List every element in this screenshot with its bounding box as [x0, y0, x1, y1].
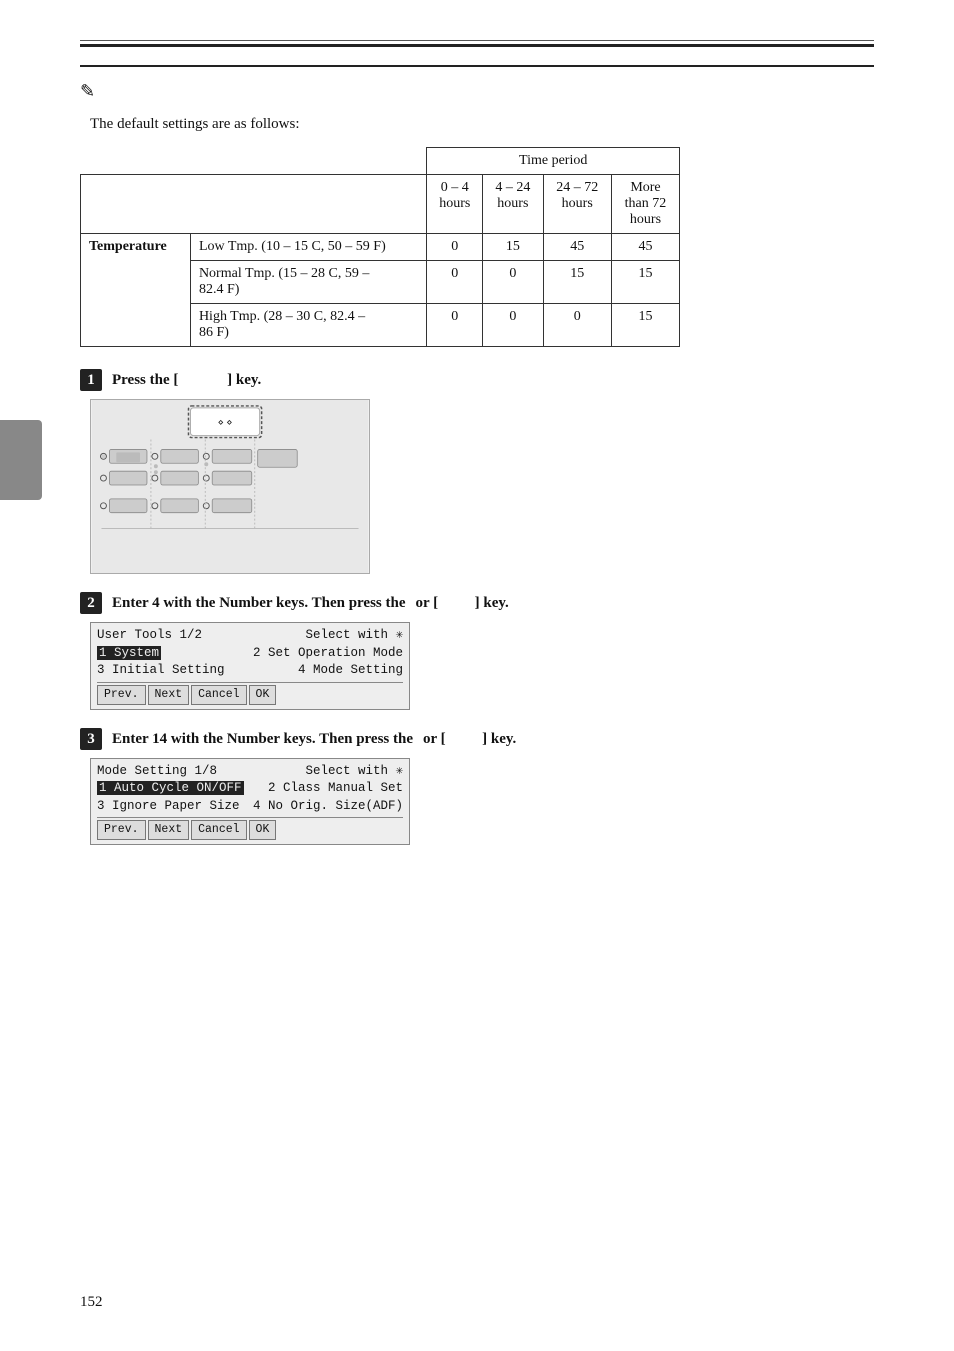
screen2-line2-left: 1 System: [97, 646, 161, 660]
cell-1-0: 0: [427, 261, 483, 304]
sub-label-1: Normal Tmp. (15 – 28 C, 59 –82.4 F): [190, 261, 426, 304]
btn-ok2[interactable]: OK: [249, 685, 277, 705]
btn-ok3[interactable]: OK: [249, 820, 277, 840]
step-3-screen: Mode Setting 1/8 Select with ✳ 1 Auto Cy…: [90, 758, 410, 846]
screen2-line3-left: 3 Initial Setting: [97, 662, 225, 680]
step-2-screen: User Tools 1/2 Select with ✳ 1 System 2 …: [90, 622, 410, 710]
col-header-3: Morethan 72hours: [611, 175, 679, 234]
cell-2-3: 15: [611, 304, 679, 347]
note-text: The default settings are as follows:: [90, 116, 874, 133]
col-header-1: 4 – 24hours: [483, 175, 543, 234]
btn-next3[interactable]: Next: [148, 820, 190, 840]
cell-2-0: 0: [427, 304, 483, 347]
btn-cancel2[interactable]: Cancel: [191, 685, 246, 705]
step-3-or: or [: [423, 731, 446, 748]
step-3-text: Enter 14 with the Number keys. Then pres…: [112, 731, 413, 748]
cell-1-1: 0: [483, 261, 543, 304]
sub-label-2: High Tmp. (28 – 30 C, 82.4 –86 F): [190, 304, 426, 347]
screen3-line2-left: 1 Auto Cycle ON/OFF: [97, 781, 244, 795]
top-line-thick: [80, 44, 874, 47]
step-1-text: Press the [ ] key.: [112, 372, 261, 389]
row-label-temperature: Temperature: [81, 234, 191, 347]
step-1: 1 Press the [ ] key. ⋄ ⋄: [80, 369, 874, 574]
btn-next2[interactable]: Next: [148, 685, 190, 705]
cell-0-3: 45: [611, 234, 679, 261]
step-3: 3 Enter 14 with the Number keys. Then pr…: [80, 728, 874, 846]
temperature-table: Time period 0 – 4hours 4 – 24hours 24 – …: [80, 147, 680, 347]
cell-2-1: 0: [483, 304, 543, 347]
step-2-or: or [: [416, 595, 439, 612]
col-header-0: 0 – 4hours: [427, 175, 483, 234]
screen3-line1-left: Mode Setting 1/8: [97, 763, 217, 781]
btn-prev2[interactable]: Prev.: [97, 685, 146, 705]
keyboard-image: ⋄ ⋄: [90, 399, 370, 574]
cell-1-3: 15: [611, 261, 679, 304]
cell-2-2: 0: [543, 304, 611, 347]
screen2-line1-left: User Tools 1/2: [97, 627, 202, 645]
cell-1-2: 15: [543, 261, 611, 304]
screen3-line3-left: 3 Ignore Paper Size: [97, 798, 240, 816]
step-2: 2 Enter 4 with the Number keys. Then pre…: [80, 592, 874, 710]
step-3-bracket: ] key.: [482, 731, 516, 748]
screen2-line3-right: 4 Mode Setting: [298, 662, 403, 680]
page-number: 152: [80, 1294, 103, 1311]
step-1-number: 1: [80, 369, 102, 391]
step-3-key: [456, 731, 479, 748]
step-2-text: Enter 4 with the Number keys. Then press…: [112, 595, 406, 612]
screen2-line2-right: 2 Set Operation Mode: [253, 645, 403, 663]
top-line-thin: [80, 40, 874, 41]
screen2-line1-right: Select with ✳: [305, 627, 403, 645]
section-line: [80, 65, 874, 67]
step-3-number: 3: [80, 728, 102, 750]
cell-0-2: 45: [543, 234, 611, 261]
note-icon: ✎: [80, 81, 95, 102]
btn-prev3[interactable]: Prev.: [97, 820, 146, 840]
screen3-line2-right: 2 Class Manual Set: [268, 780, 403, 798]
cell-0-0: 0: [427, 234, 483, 261]
screen3-line1-right: Select with ✳: [305, 763, 403, 781]
table-header-time-period: Time period: [427, 148, 680, 175]
step-2-number: 2: [80, 592, 102, 614]
sub-label-0: Low Tmp. (10 – 15 C, 50 – 59 F): [190, 234, 426, 261]
cell-0-1: 15: [483, 234, 543, 261]
table-row: Temperature Low Tmp. (10 – 15 C, 50 – 59…: [81, 234, 680, 261]
step-2-bracket: ] key.: [475, 595, 509, 612]
svg-text:⋄ ⋄: ⋄ ⋄: [218, 418, 233, 429]
step-2-key: [448, 595, 471, 612]
screen3-line3-right: 4 No Orig. Size(ADF): [253, 798, 403, 816]
col-header-2: 24 – 72hours: [543, 175, 611, 234]
btn-cancel3[interactable]: Cancel: [191, 820, 246, 840]
sidebar-tab: [0, 420, 42, 500]
